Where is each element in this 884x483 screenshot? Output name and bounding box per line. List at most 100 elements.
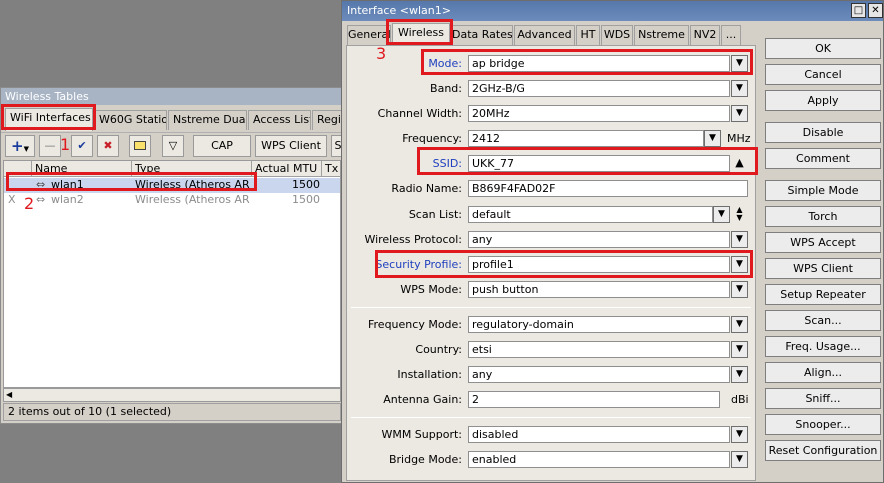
- wps-client-button[interactable]: WPS Client: [765, 258, 881, 279]
- frequency-label: Frequency:: [402, 132, 462, 145]
- frequency-dropdown-button[interactable]: ▼: [704, 130, 721, 147]
- frequency-select[interactable]: 2412: [468, 130, 704, 147]
- remove-button[interactable]: —: [39, 135, 61, 157]
- enable-button[interactable]: ✔: [71, 135, 93, 157]
- cancel-button[interactable]: Cancel: [765, 64, 881, 85]
- filter-icon: ▽: [168, 139, 178, 152]
- band-label: Band:: [430, 82, 462, 95]
- wps-client-button[interactable]: WPS Client: [255, 135, 327, 157]
- frequency-mode-select[interactable]: regulatory-domain: [468, 316, 730, 333]
- freq-usage-button[interactable]: Freq. Usage...: [765, 336, 881, 357]
- sniff-button[interactable]: Sniff...: [765, 388, 881, 409]
- antenna-gain-label: Antenna Gain:: [383, 393, 462, 406]
- band-select[interactable]: 2GHz-B/G: [468, 80, 730, 97]
- reset-configuration-button[interactable]: Reset Configuration: [765, 440, 881, 461]
- wireless-protocol-dropdown-button[interactable]: ▼: [731, 231, 748, 248]
- tab-advanced[interactable]: Advanced: [514, 25, 575, 45]
- tab-data-rates[interactable]: Data Rates: [451, 25, 513, 45]
- scan-list-dropdown-button[interactable]: ▼: [713, 206, 730, 223]
- interface-icon: ⇔: [36, 193, 46, 206]
- window-title-bar: Interface <wlan1> □ ✕: [342, 1, 883, 21]
- annotation-box-mode: [421, 49, 753, 75]
- wmm-support-label: WMM Support:: [381, 428, 462, 441]
- channel-width-select[interactable]: 20MHz: [468, 105, 730, 122]
- restore-icon: □: [853, 5, 864, 16]
- wmm-support-select[interactable]: disabled: [468, 426, 730, 443]
- simple-mode-button[interactable]: Simple Mode: [765, 180, 881, 201]
- setup-repeater-button[interactable]: Setup Repeater: [765, 284, 881, 305]
- disable-button[interactable]: Disable: [765, 122, 881, 143]
- close-button[interactable]: ✕: [868, 3, 883, 18]
- comment-button[interactable]: [129, 135, 151, 157]
- column-tx[interactable]: Tx: [322, 161, 340, 177]
- cross-icon: ✖: [103, 139, 113, 152]
- installation-dropdown-button[interactable]: ▼: [731, 366, 748, 383]
- torch-button[interactable]: Torch: [765, 206, 881, 227]
- section-divider: [351, 307, 751, 308]
- scan-list-input[interactable]: default: [468, 206, 713, 223]
- installation-select[interactable]: any: [468, 366, 730, 383]
- row-name: wlan2: [51, 193, 84, 206]
- wireless-protocol-select[interactable]: any: [468, 231, 730, 248]
- row-type: Wireless (Atheros AR...: [135, 193, 250, 206]
- radio-name-input[interactable]: B869F4FAD02F: [468, 180, 748, 197]
- tab-general[interactable]: General: [347, 25, 391, 45]
- chevron-down-icon: ▼: [718, 209, 725, 219]
- annotation-box-security-profile: [375, 250, 753, 278]
- note-icon: [134, 141, 146, 150]
- horizontal-scrollbar[interactable]: ◀: [3, 388, 341, 402]
- tab-access-list[interactable]: Access List: [248, 110, 311, 130]
- chevron-down-icon: ▼: [736, 108, 743, 118]
- add-button[interactable]: +▼: [5, 135, 35, 157]
- tab-registration[interactable]: Regis: [312, 110, 343, 130]
- comment-button[interactable]: Comment: [765, 148, 881, 169]
- cap-button[interactable]: CAP: [193, 135, 251, 157]
- bridge-mode-dropdown-button[interactable]: ▼: [731, 451, 748, 468]
- annotation-box-ssid: [417, 147, 758, 175]
- toolbar: +▼ — ✔ ✖ ▽ CAP WPS Client S: [1, 132, 345, 158]
- table-row[interactable]: X ⇔ wlan2 Wireless (Atheros AR... 1500: [4, 193, 340, 208]
- frequency-mode-label: Frequency Mode:: [368, 318, 462, 331]
- align-button[interactable]: Align...: [765, 362, 881, 383]
- frequency-mode-dropdown-button[interactable]: ▼: [731, 316, 748, 333]
- tab-w60g-station[interactable]: W60G Station: [94, 110, 167, 130]
- section-divider: [351, 417, 751, 418]
- scroll-left-icon[interactable]: ◀: [6, 389, 12, 401]
- plus-icon: +: [11, 137, 24, 155]
- tab-nstreme-dual[interactable]: Nstreme Dual: [168, 110, 247, 130]
- annotation-step-1: 1: [60, 135, 71, 154]
- column-actual-mtu[interactable]: Actual MTU: [252, 161, 322, 177]
- apply-button[interactable]: Apply: [765, 90, 881, 111]
- bridge-mode-label: Bridge Mode:: [388, 453, 462, 466]
- tab-ht[interactable]: HT: [576, 25, 600, 45]
- channel-width-dropdown-button[interactable]: ▼: [731, 105, 748, 122]
- row-mtu: 1500: [292, 178, 320, 191]
- scan-button[interactable]: Scan...: [765, 310, 881, 331]
- chevron-down-icon: ▼: [736, 429, 743, 439]
- tab-wds[interactable]: WDS: [601, 25, 633, 45]
- ok-button[interactable]: OK: [765, 38, 881, 59]
- wps-mode-select[interactable]: push button: [468, 281, 730, 298]
- wps-mode-dropdown-button[interactable]: ▼: [731, 281, 748, 298]
- close-icon: ✕: [871, 5, 880, 16]
- annotation-box-wifi-interfaces: [1, 104, 96, 130]
- restore-button[interactable]: □: [851, 3, 866, 18]
- wps-accept-button[interactable]: WPS Accept: [765, 232, 881, 253]
- snooper-button[interactable]: Snooper...: [765, 414, 881, 435]
- tab-more[interactable]: ...: [721, 25, 741, 45]
- scan-list-updown-button[interactable]: ▲ ▼: [731, 206, 748, 223]
- wmm-support-dropdown-button[interactable]: ▼: [731, 426, 748, 443]
- country-select[interactable]: etsi: [468, 341, 730, 358]
- installation-label: Installation:: [397, 368, 462, 381]
- channel-width-label: Channel Width:: [377, 107, 462, 120]
- filter-button[interactable]: ▽: [162, 135, 184, 157]
- antenna-gain-input[interactable]: 2: [468, 391, 720, 408]
- country-dropdown-button[interactable]: ▼: [731, 341, 748, 358]
- chevron-down-icon: ▼: [736, 83, 743, 93]
- tab-nv2[interactable]: NV2: [690, 25, 720, 45]
- up-down-icon: ▲ ▼: [736, 205, 743, 222]
- tab-nstreme[interactable]: Nstreme: [634, 25, 689, 45]
- bridge-mode-select[interactable]: enabled: [468, 451, 730, 468]
- band-dropdown-button[interactable]: ▼: [731, 80, 748, 97]
- disable-button[interactable]: ✖: [97, 135, 119, 157]
